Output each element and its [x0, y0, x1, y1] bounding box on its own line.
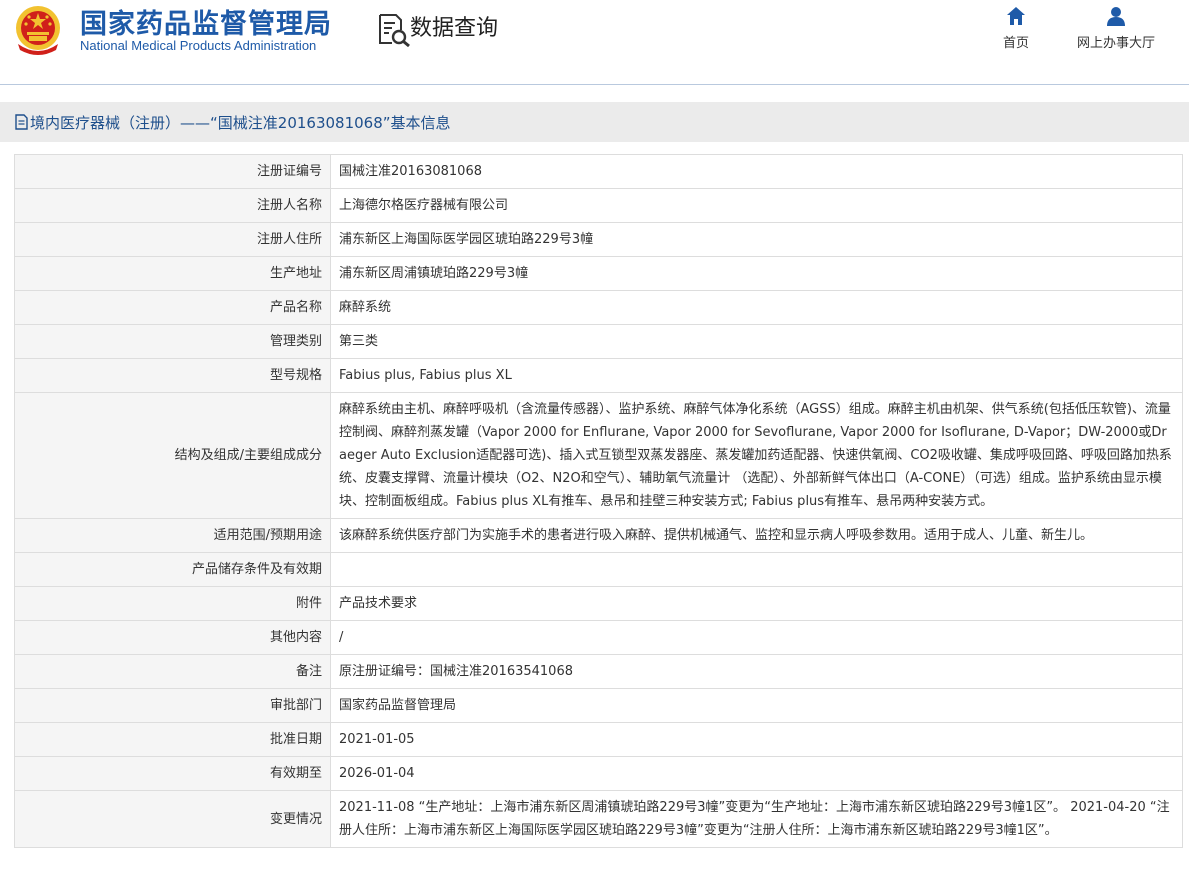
field-value: 产品技术要求 [330, 586, 1183, 621]
field-value: 2021-11-08 “生产地址：上海市浦东新区周浦镇琥珀路229号3幢”变更为… [330, 790, 1183, 848]
field-value: 国械注准20163081068 [330, 154, 1183, 189]
home-icon [1007, 7, 1025, 25]
table-row: 有效期至 2026-01-04 [14, 756, 1183, 791]
brand-name-cn[interactable]: 国家药品监督管理局 [80, 2, 332, 41]
field-value: 浦东新区上海国际医学园区琥珀路229号3幢 [330, 222, 1183, 257]
table-row: 适用范围/预期用途 该麻醉系统供医疗部门为实施手术的患者进行吸入麻醉、提供机械通气… [14, 518, 1183, 553]
field-value [330, 552, 1183, 587]
field-label: 产品名称 [14, 290, 331, 325]
field-value: 2026-01-04 [330, 756, 1183, 791]
table-row: 附件 产品技术要求 [14, 586, 1183, 621]
record-title: 境内医疗器械（注册）——“国械注准20163081068”基本信息 [30, 114, 451, 132]
field-label: 结构及组成/主要组成成分 [14, 392, 331, 519]
table-row: 生产地址 浦东新区周浦镇琥珀路229号3幢 [14, 256, 1183, 291]
field-label: 变更情况 [14, 790, 331, 848]
field-label: 注册人住所 [14, 222, 331, 257]
field-label: 有效期至 [14, 756, 331, 791]
user-icon [1107, 7, 1125, 26]
nav-home[interactable]: 首页 [996, 6, 1036, 51]
table-row: 注册证编号 国械注准20163081068 [14, 154, 1183, 189]
field-value: 第三类 [330, 324, 1183, 359]
field-label: 注册人名称 [14, 188, 331, 223]
field-value: Fabius plus, Fabius plus XL [330, 358, 1183, 393]
field-value: 国家药品监督管理局 [330, 688, 1183, 723]
field-label: 附件 [14, 586, 331, 621]
field-value: / [330, 620, 1183, 655]
field-value: 2021-01-05 [330, 722, 1183, 757]
device-info-table: 注册证编号 国械注准20163081068 注册人名称 上海德尔格医疗器械有限公司 注册… [14, 154, 1183, 848]
nav-home-label: 首页 [1002, 36, 1029, 51]
record-title-bar: 境内医疗器械（注册）——“国械注准20163081068”基本信息 [0, 102, 1189, 142]
table-row: 产品名称 麻醉系统 [14, 290, 1183, 325]
field-value: 该麻醉系统供医疗部门为实施手术的患者进行吸入麻醉、提供机械通气、监控和显示病人呼… [330, 518, 1183, 553]
national-emblem-icon [16, 6, 60, 55]
field-label: 生产地址 [14, 256, 331, 291]
table-row: 产品储存条件及有效期 [14, 552, 1183, 587]
field-value: 原注册证编号：国械注准20163541068 [330, 654, 1183, 689]
table-row: 审批部门 国家药品监督管理局 [14, 688, 1183, 723]
page-section-title: 数据查询 [410, 16, 499, 41]
table-row: 结构及组成/主要组成成分 麻醉系统由主机、麻醉呼吸机（含流量传感器）、监护系统、麻… [14, 392, 1183, 519]
document-icon [15, 114, 28, 130]
brand-name-en[interactable]: National Medical Products Administration [80, 38, 316, 53]
nav-online-hall[interactable]: 网上办事大厅 [1068, 6, 1164, 51]
field-value: 麻醉系统由主机、麻醉呼吸机（含流量传感器）、监护系统、麻醉气体净化系统（AGSS… [330, 392, 1183, 519]
field-label: 审批部门 [14, 688, 331, 723]
table-row: 注册人名称 上海德尔格医疗器械有限公司 [14, 188, 1183, 223]
table-row: 变更情况 2021-11-08 “生产地址：上海市浦东新区周浦镇琥珀路229号3幢… [14, 790, 1183, 848]
table-row: 备注 原注册证编号：国械注准20163541068 [14, 654, 1183, 689]
document-search-icon [379, 14, 410, 47]
field-value: 麻醉系统 [330, 290, 1183, 325]
field-value: 上海德尔格医疗器械有限公司 [330, 188, 1183, 223]
field-label: 注册证编号 [14, 154, 331, 189]
field-label: 产品储存条件及有效期 [14, 552, 331, 587]
nav-online-hall-label: 网上办事大厅 [1076, 36, 1155, 51]
table-row: 批准日期 2021-01-05 [14, 722, 1183, 757]
field-label: 适用范围/预期用途 [14, 518, 331, 553]
field-label: 备注 [14, 654, 331, 689]
table-row: 管理类别 第三类 [14, 324, 1183, 359]
field-label: 管理类别 [14, 324, 331, 359]
field-value: 浦东新区周浦镇琥珀路229号3幢 [330, 256, 1183, 291]
table-row: 其他内容 / [14, 620, 1183, 655]
site-header: 国家药品监督管理局 National Medical Products Admi… [0, 0, 1189, 85]
field-label: 批准日期 [14, 722, 331, 757]
field-label: 型号规格 [14, 358, 331, 393]
table-row: 注册人住所 浦东新区上海国际医学园区琥珀路229号3幢 [14, 222, 1183, 257]
table-row: 型号规格 Fabius plus, Fabius plus XL [14, 358, 1183, 393]
field-label: 其他内容 [14, 620, 331, 655]
